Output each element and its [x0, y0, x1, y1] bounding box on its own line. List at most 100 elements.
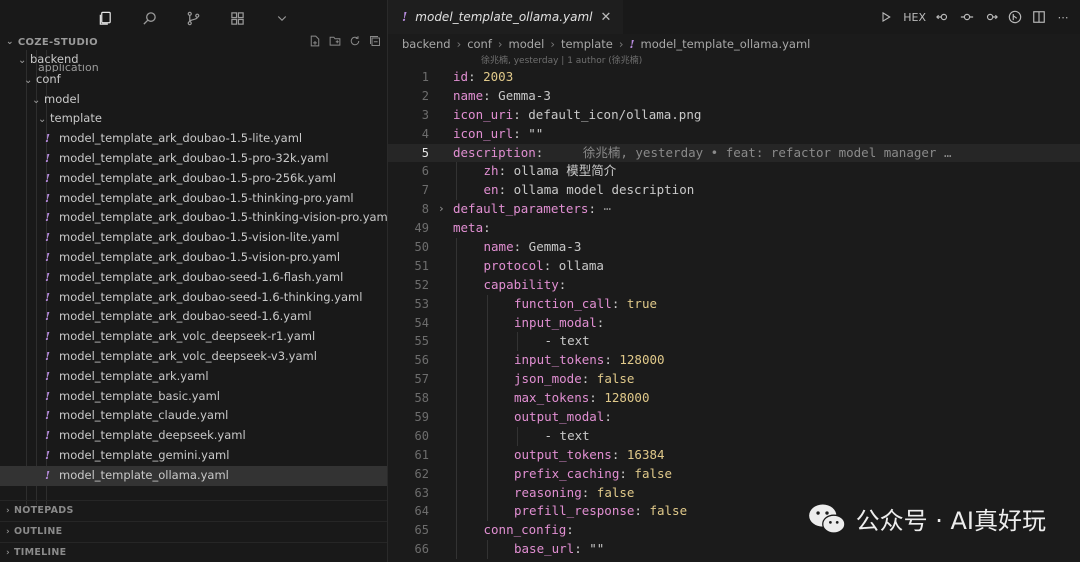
- file-item[interactable]: ! model_template_ark_doubao-1.5-thinking-…: [0, 189, 387, 209]
- breadcrumb-item[interactable]: model: [509, 37, 545, 51]
- split-editor-icon[interactable]: [1032, 10, 1046, 24]
- panel-timeline[interactable]: › TIMELINE: [0, 542, 387, 562]
- explorer-sidebar: ⌄ COZE-STUDIO ⌄ backend application ⌄ conf: [0, 0, 388, 562]
- code-line[interactable]: 60 - text: [388, 426, 1080, 446]
- code-line[interactable]: 4 icon_url: "": [388, 125, 1080, 144]
- file-item[interactable]: ! model_template_ark_doubao-seed-1.6-flas…: [0, 268, 387, 288]
- file-item[interactable]: ! model_template_ark.yaml: [0, 367, 387, 387]
- file-item[interactable]: ! model_template_ark_volc_deepseek-v3.yam…: [0, 347, 387, 367]
- source-control-icon[interactable]: [186, 10, 202, 26]
- commit-icon[interactable]: [960, 10, 974, 24]
- line-number: 59: [414, 410, 429, 425]
- code-line[interactable]: 8 › default_parameters: ⋯: [388, 200, 1080, 219]
- breadcrumb-item[interactable]: conf: [467, 37, 492, 51]
- file-item[interactable]: ! model_template_deepseek.yaml: [0, 426, 387, 446]
- file-item[interactable]: ! model_template_gemini.yaml: [0, 446, 387, 466]
- folder-label: model: [44, 91, 80, 106]
- code-editor[interactable]: 1 id: 2003 2 name: Gemma-3 3 icon_uri: defaul…: [388, 68, 1080, 560]
- hex-button[interactable]: HEX: [903, 11, 926, 24]
- fold-chevron-icon[interactable]: ›: [438, 200, 445, 219]
- code-line[interactable]: 49 meta:: [388, 219, 1080, 238]
- inline-blame[interactable]: 徐兆楠, yesterday • feat: refactor model ma…: [583, 145, 952, 160]
- code-line[interactable]: 6 zh: ollama 模型简介: [388, 162, 1080, 182]
- refresh-icon[interactable]: [349, 35, 361, 50]
- chevron-right-icon: ›: [6, 548, 11, 558]
- git-graph-icon[interactable]: [1008, 10, 1022, 24]
- close-icon[interactable]: ✕: [601, 10, 612, 25]
- code-line[interactable]: 59 output_modal:: [388, 408, 1080, 427]
- yaml-value: "": [528, 125, 544, 141]
- go-back-icon[interactable]: [936, 10, 950, 24]
- folded-ellipsis-icon[interactable]: ⋯: [604, 201, 612, 216]
- file-item[interactable]: ! model_template_ollama.yaml: [0, 465, 387, 486]
- chevron-right-icon: ›: [618, 37, 624, 51]
- code-line[interactable]: 50 name: Gemma-3: [388, 238, 1080, 257]
- line-number: 58: [414, 391, 429, 406]
- file-item[interactable]: ! model_template_ark_doubao-1.5-vision-pr…: [0, 248, 387, 268]
- file-item[interactable]: ! model_template_ark_doubao-seed-1.6.yaml: [0, 307, 387, 327]
- line-number: 55: [414, 334, 429, 349]
- code-line[interactable]: 63 reasoning: false: [388, 483, 1080, 503]
- code-line[interactable]: 55 - text: [388, 332, 1080, 352]
- panel-outline[interactable]: › OUTLINE: [0, 521, 387, 542]
- blame-codelens[interactable]: 徐兆楠, yesterday | 1 author (徐兆楠): [388, 54, 1080, 68]
- file-label: model_template_gemini.yaml: [59, 447, 230, 462]
- yaml-key: reasoning: [514, 484, 582, 500]
- tab-model-template-ollama[interactable]: ! model_template_ollama.yaml ✕: [388, 0, 624, 34]
- file-label: model_template_ark_doubao-1.5-pro-256k.y…: [59, 170, 336, 185]
- code-line[interactable]: 58 max_tokens: 128000: [388, 389, 1080, 409]
- search-icon[interactable]: [142, 10, 158, 26]
- code-line[interactable]: 1 id: 2003: [388, 68, 1080, 87]
- more-actions-icon[interactable]: ⋯: [1056, 10, 1070, 24]
- yaml-key: icon_url: [453, 125, 514, 141]
- breadcrumb-item[interactable]: template: [561, 37, 613, 51]
- chevron-down-icon[interactable]: [274, 10, 290, 26]
- file-item[interactable]: ! model_template_ark_doubao-seed-1.6-thin…: [0, 288, 387, 308]
- breadcrumb-item[interactable]: model_template_ollama.yaml: [641, 37, 811, 51]
- files-icon[interactable]: [98, 10, 114, 26]
- code-line[interactable]: 3 icon_uri: default_icon/ollama.png: [388, 106, 1080, 125]
- tab-label: model_template_ollama.yaml: [415, 10, 593, 24]
- file-item[interactable]: ! model_template_ark_doubao-1.5-lite.yaml: [0, 129, 387, 149]
- folder-backend[interactable]: ⌄ backend: [0, 50, 387, 70]
- code-line[interactable]: 52 capability:: [388, 275, 1080, 295]
- file-item[interactable]: ! model_template_basic.yaml: [0, 387, 387, 407]
- yaml-file-icon: !: [45, 348, 51, 363]
- new-file-icon[interactable]: [309, 35, 321, 50]
- extensions-icon[interactable]: [230, 10, 246, 26]
- line-number: 66: [414, 542, 429, 557]
- yaml-file-icon: !: [45, 428, 51, 443]
- code-line[interactable]: 2 name: Gemma-3: [388, 87, 1080, 106]
- code-line[interactable]: 53 function_call: true: [388, 294, 1080, 314]
- collapse-all-icon[interactable]: [369, 35, 381, 50]
- file-label: model_template_ark_doubao-1.5-vision-pro…: [59, 249, 341, 264]
- folder-template[interactable]: ⌄ template: [0, 109, 387, 129]
- yaml-file-icon: !: [45, 408, 51, 423]
- chevron-right-icon: ›: [6, 527, 11, 537]
- code-line[interactable]: 54 input_modal:: [388, 313, 1080, 333]
- breadcrumb-item[interactable]: backend: [402, 37, 451, 51]
- file-item[interactable]: ! model_template_claude.yaml: [0, 406, 387, 426]
- file-item[interactable]: ! model_template_ark_doubao-1.5-pro-256k.…: [0, 169, 387, 189]
- chevron-down-icon[interactable]: ⌄: [6, 37, 14, 47]
- code-line[interactable]: 66 base_url: "": [388, 540, 1080, 560]
- code-line[interactable]: 56 input_tokens: 128000: [388, 351, 1080, 371]
- folder-conf[interactable]: ⌄ conf: [0, 70, 387, 90]
- code-line[interactable]: 57 json_mode: false: [388, 370, 1080, 390]
- go-forward-icon[interactable]: [984, 10, 998, 24]
- code-line[interactable]: 7 en: ollama model description: [388, 181, 1080, 201]
- file-item[interactable]: ! model_template_ark_doubao-1.5-vision-li…: [0, 228, 387, 248]
- code-line[interactable]: 62 prefix_caching: false: [388, 464, 1080, 484]
- file-item[interactable]: ! model_template_ark_doubao-1.5-thinking-…: [0, 208, 387, 228]
- file-item[interactable]: ! model_template_ark_doubao-1.5-pro-32k.y…: [0, 149, 387, 169]
- panel-notepads[interactable]: › NOTEPADS: [0, 500, 387, 521]
- yaml-key: meta: [453, 220, 484, 236]
- code-line[interactable]: 5 description: 徐兆楠, yesterday • feat: ref…: [388, 143, 1080, 163]
- file-item[interactable]: ! model_template_ark_volc_deepseek-r1.yam…: [0, 327, 387, 347]
- folder-model[interactable]: ⌄ model: [0, 90, 387, 110]
- run-icon[interactable]: [879, 10, 893, 24]
- code-line[interactable]: 51 protocol: ollama: [388, 256, 1080, 276]
- new-folder-icon[interactable]: [329, 35, 341, 50]
- line-number: 63: [414, 485, 429, 500]
- code-line[interactable]: 61 output_tokens: 16384: [388, 445, 1080, 465]
